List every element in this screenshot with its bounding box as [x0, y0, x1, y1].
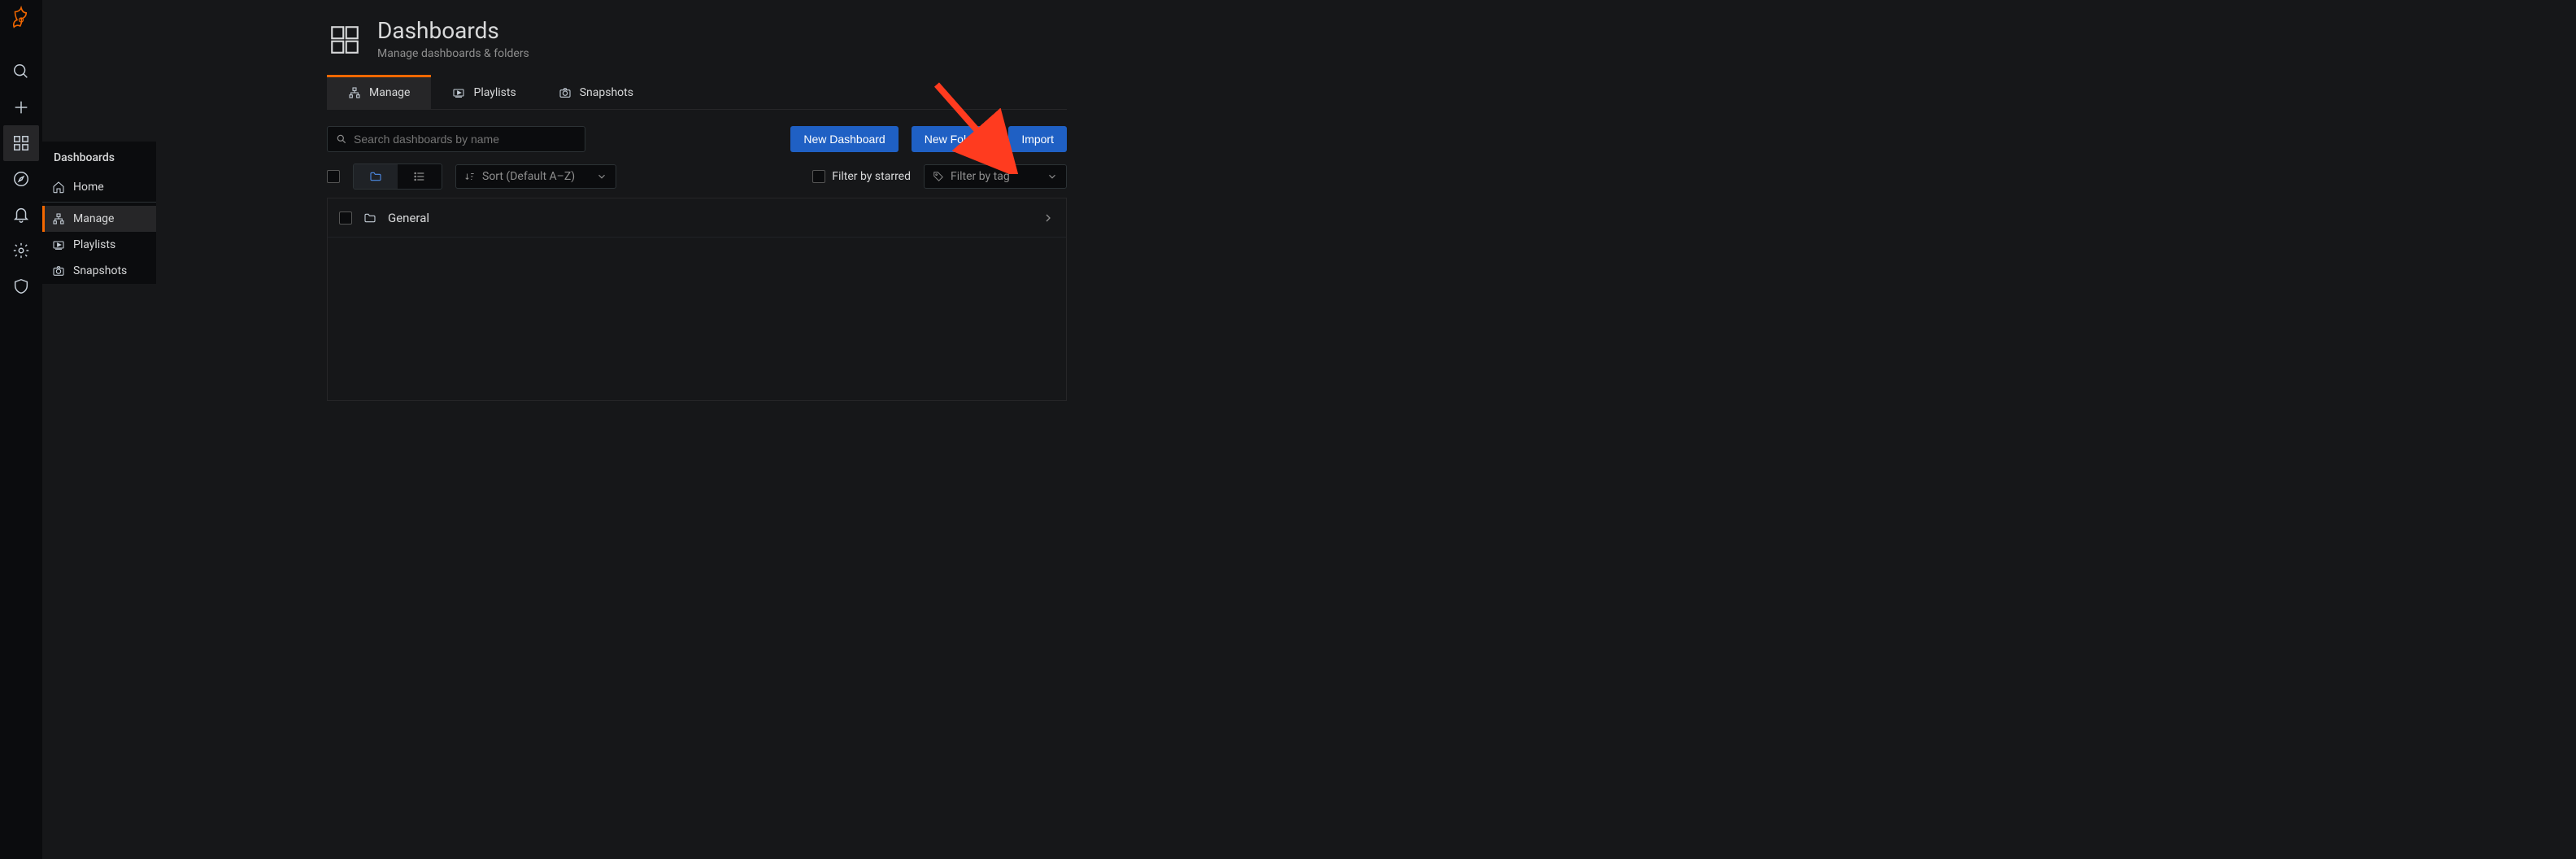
filter-starred[interactable]: Filter by starred	[812, 170, 911, 183]
search-icon	[336, 133, 347, 145]
starred-label: Filter by starred	[832, 170, 911, 183]
rail-create[interactable]	[3, 89, 39, 125]
tag-label: Filter by tag	[951, 170, 1010, 183]
row-checkbox[interactable]	[339, 211, 352, 225]
camera-icon	[559, 86, 572, 99]
sidebar-rail	[0, 0, 42, 859]
rail-configuration[interactable]	[3, 233, 39, 268]
flyout-home[interactable]: Home	[42, 174, 156, 200]
sort-label: Sort (Default A–Z)	[482, 170, 575, 183]
row-label: General	[388, 211, 1030, 225]
tab-label: Snapshots	[580, 86, 633, 99]
filters: Sort (Default A–Z) Filter by starred Fil…	[327, 164, 1067, 190]
apps-icon	[328, 23, 362, 57]
sitemap-icon	[348, 86, 361, 99]
bell-icon	[12, 206, 30, 224]
apps-icon	[12, 134, 30, 152]
rail-search[interactable]	[3, 54, 39, 89]
folder-row[interactable]: General	[328, 198, 1066, 238]
rail-dashboards[interactable]	[3, 125, 39, 161]
flyout-item-label: Home	[73, 181, 104, 194]
view-toggle	[353, 164, 442, 190]
search-box[interactable]	[327, 126, 585, 152]
starred-checkbox[interactable]	[812, 170, 825, 183]
tag-filter[interactable]: Filter by tag	[924, 164, 1067, 189]
folder-icon	[363, 211, 376, 225]
view-folders-button[interactable]	[354, 164, 398, 189]
chevron-down-icon	[1046, 171, 1058, 182]
page-subtitle: Manage dashboards & folders	[377, 47, 529, 60]
tab-playlists[interactable]: Playlists	[431, 75, 537, 109]
tab-label: Manage	[369, 86, 410, 99]
grafana-logo[interactable]	[3, 0, 39, 36]
shield-icon	[12, 277, 30, 295]
flyout-item-label: Snapshots	[73, 264, 127, 277]
sort-icon	[464, 171, 476, 182]
flyout-playlists[interactable]: Playlists	[42, 232, 156, 258]
import-button[interactable]: Import	[1008, 126, 1067, 152]
empty-area	[328, 238, 1066, 400]
page-title: Dashboards	[377, 20, 529, 42]
select-all-checkbox[interactable]	[327, 170, 340, 183]
page-header: Dashboards Manage dashboards & folders	[327, 20, 1067, 60]
chevron-right-icon	[1042, 211, 1055, 225]
tab-label: Playlists	[473, 86, 516, 99]
camera-icon	[52, 264, 65, 277]
home-icon	[52, 181, 65, 194]
chevron-down-icon	[596, 171, 607, 182]
folder-list: General	[327, 198, 1067, 401]
flyout-item-label: Manage	[73, 212, 114, 225]
rail-explore[interactable]	[3, 161, 39, 197]
playlist-icon	[52, 238, 65, 251]
flyout-divider	[42, 202, 156, 203]
rail-alerting[interactable]	[3, 197, 39, 233]
list-icon	[413, 170, 426, 183]
search-icon	[12, 63, 30, 81]
search-input[interactable]	[354, 133, 577, 146]
toolbar: New Dashboard New Folder Import	[327, 126, 1067, 152]
tab-snapshots[interactable]: Snapshots	[537, 75, 655, 109]
tab-manage[interactable]: Manage	[327, 75, 431, 109]
grafana-logo-icon	[9, 6, 33, 30]
sidebar-flyout: Dashboards Home Manage Playlists Snapsho…	[42, 142, 156, 284]
flyout-title[interactable]: Dashboards	[42, 142, 156, 174]
compass-icon	[12, 170, 30, 188]
tabs: Manage Playlists Snapshots	[327, 75, 1067, 110]
new-folder-button[interactable]: New Folder	[912, 126, 996, 152]
sitemap-icon	[52, 212, 65, 225]
cog-icon	[12, 242, 30, 259]
playlist-icon	[452, 86, 465, 99]
sort-dropdown[interactable]: Sort (Default A–Z)	[455, 164, 616, 189]
flyout-manage[interactable]: Manage	[42, 206, 156, 232]
rail-admin[interactable]	[3, 268, 39, 304]
flyout-snapshots[interactable]: Snapshots	[42, 258, 156, 284]
page-icon	[327, 22, 363, 58]
new-dashboard-button[interactable]: New Dashboard	[790, 126, 898, 152]
flyout-item-label: Playlists	[73, 238, 115, 251]
folder-icon	[369, 170, 382, 183]
plus-icon	[12, 98, 30, 116]
tag-icon	[933, 171, 944, 182]
view-list-button[interactable]	[398, 164, 442, 189]
